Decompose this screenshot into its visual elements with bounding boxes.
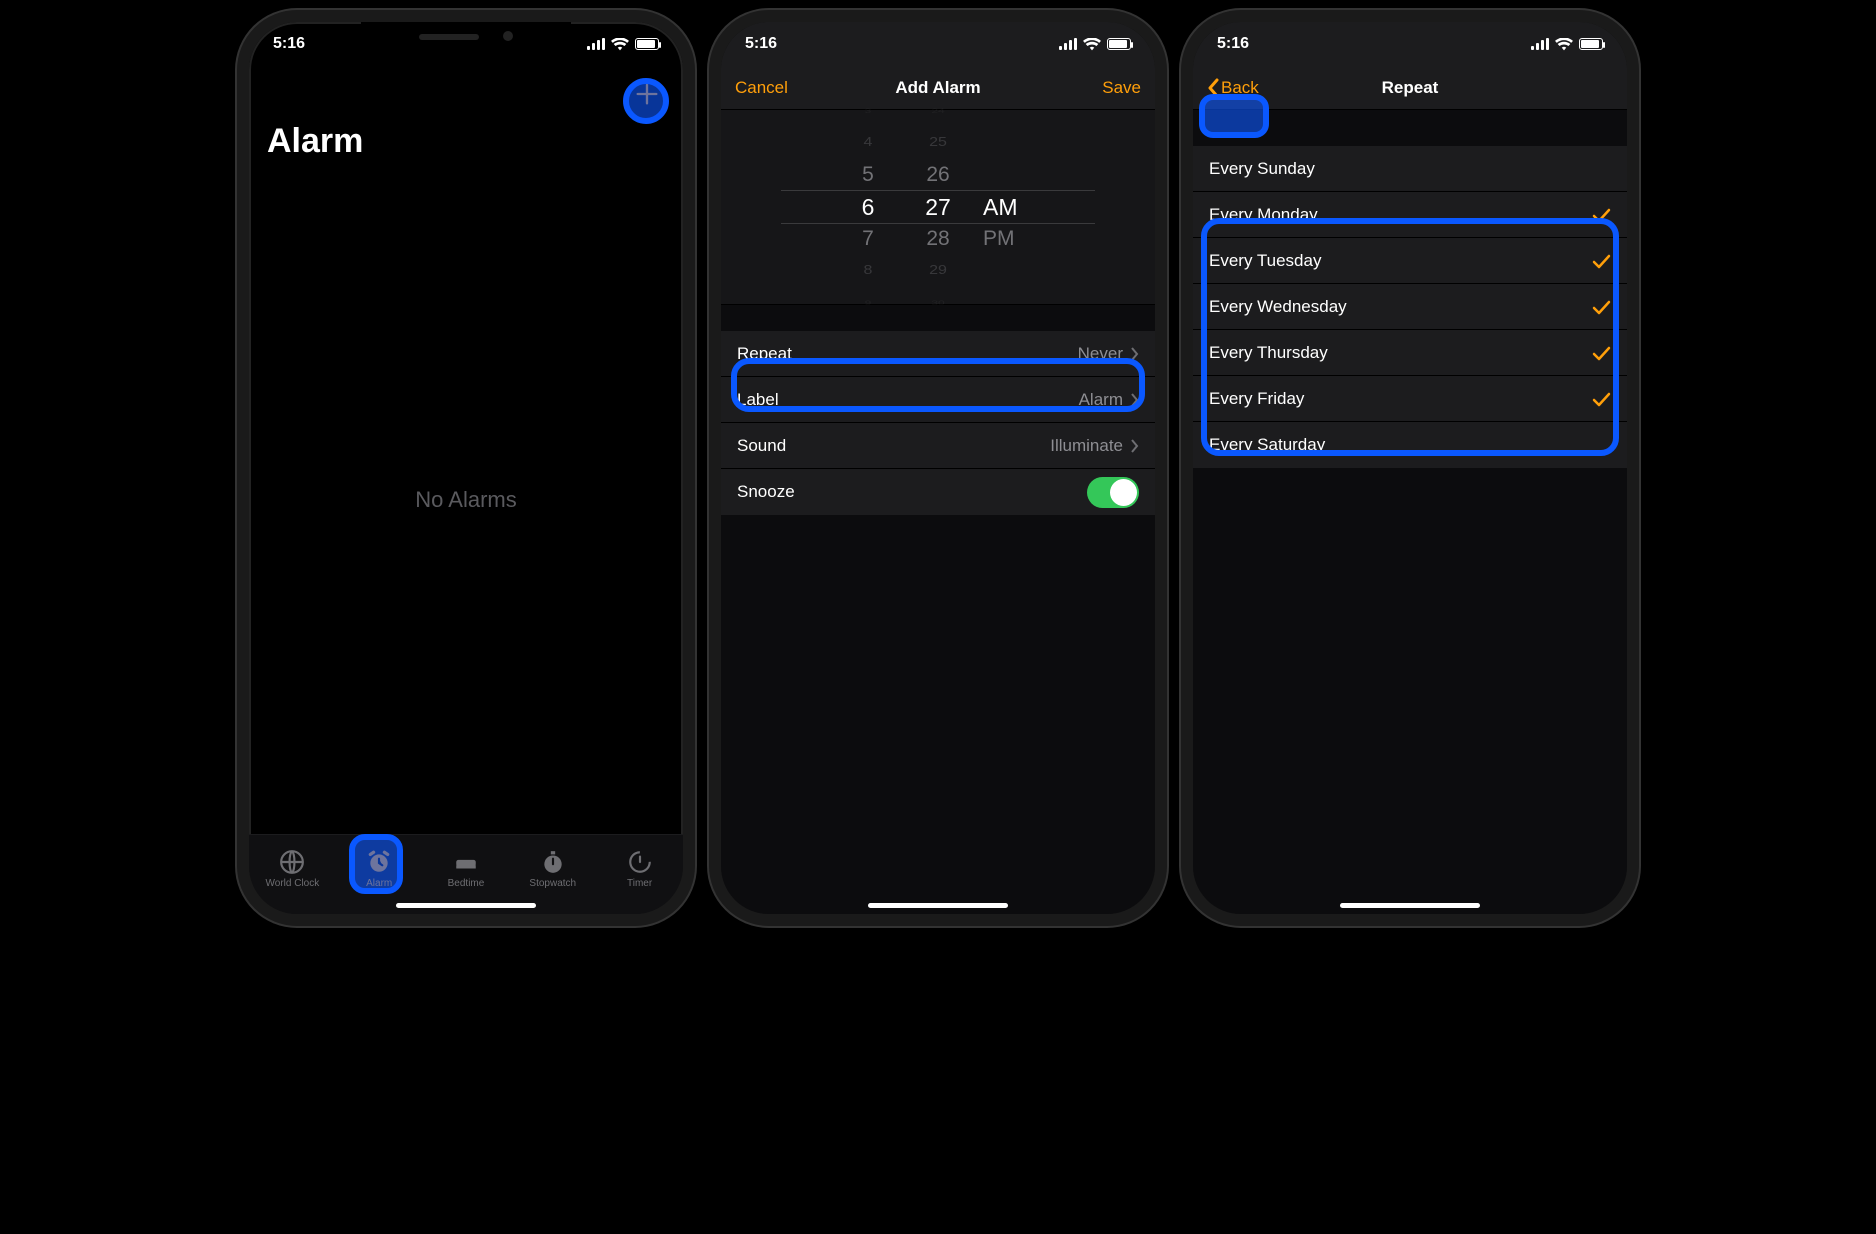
row-label: Repeat <box>737 344 792 364</box>
day-label: Every Tuesday <box>1209 251 1321 271</box>
page-title: Alarm <box>267 122 665 161</box>
tab-label: Timer <box>627 878 652 889</box>
tab-label: Alarm <box>366 878 392 889</box>
status-time: 5:16 <box>745 35 777 53</box>
row-sound[interactable]: Sound Illuminate <box>721 423 1155 469</box>
home-indicator[interactable] <box>868 903 1008 908</box>
tab-label: Bedtime <box>448 878 485 889</box>
battery-icon <box>1579 38 1603 50</box>
checkmark-icon <box>1591 389 1611 409</box>
checkmark-icon <box>1591 343 1611 363</box>
status-bar: 5:16 <box>1193 22 1627 66</box>
snooze-toggle[interactable] <box>1087 477 1139 508</box>
row-label: Label <box>737 390 779 410</box>
status-bar: 5:16 <box>249 22 683 66</box>
repeat-day-row[interactable]: Every Sunday <box>1193 146 1627 192</box>
time-picker[interactable]: 3 4 5 6 7 8 9 24 25 26 27 28 29 30 <box>721 110 1155 305</box>
bed-icon <box>453 849 479 875</box>
phone-frame-3: 5:16 Back Repeat Every Sunday Every Monda… <box>1181 10 1639 926</box>
tab-stopwatch[interactable]: Stopwatch <box>521 849 585 889</box>
repeat-day-row[interactable]: Every Friday <box>1193 376 1627 422</box>
repeat-day-row[interactable]: Every Monday <box>1193 192 1627 238</box>
day-label: Every Monday <box>1209 205 1318 225</box>
globe-icon <box>279 849 305 875</box>
repeat-day-row[interactable]: Every Wednesday <box>1193 284 1627 330</box>
save-button[interactable]: Save <box>1071 78 1141 98</box>
status-time: 5:16 <box>273 35 305 53</box>
battery-icon <box>1107 38 1131 50</box>
cancel-button[interactable]: Cancel <box>735 78 805 98</box>
chevron-left-icon <box>1207 78 1219 98</box>
empty-state-text: No Alarms <box>249 165 683 834</box>
nav-title: Repeat <box>1382 78 1439 98</box>
chevron-right-icon <box>1131 439 1139 453</box>
signal-icon <box>1059 38 1077 50</box>
row-label[interactable]: Label Alarm <box>721 377 1155 423</box>
tab-timer[interactable]: Timer <box>608 849 672 889</box>
signal-icon <box>587 38 605 50</box>
repeat-day-row[interactable]: Every Thursday <box>1193 330 1627 376</box>
row-value: Alarm <box>1079 390 1123 410</box>
status-time: 5:16 <box>1217 35 1249 53</box>
timer-icon <box>627 849 653 875</box>
checkmark-icon <box>1591 251 1611 271</box>
repeat-day-row[interactable]: Every Saturday <box>1193 422 1627 468</box>
tab-label: Stopwatch <box>529 878 576 889</box>
tab-world-clock[interactable]: World Clock <box>260 849 324 889</box>
status-bar: 5:16 <box>721 22 1155 66</box>
stopwatch-icon <box>540 849 566 875</box>
tab-label: World Clock <box>266 878 320 889</box>
chevron-right-icon <box>1131 347 1139 361</box>
day-label: Every Thursday <box>1209 343 1328 363</box>
tab-alarm[interactable]: Alarm <box>347 849 411 889</box>
wifi-icon <box>611 38 629 51</box>
signal-icon <box>1531 38 1549 50</box>
wifi-icon <box>1555 38 1573 51</box>
home-indicator[interactable] <box>396 903 536 908</box>
row-repeat[interactable]: Repeat Never <box>721 331 1155 377</box>
tab-bedtime[interactable]: Bedtime <box>434 849 498 889</box>
alarm-options-list: Repeat Never Label Alarm Sound Illuminat… <box>721 331 1155 515</box>
phone-frame-2: 5:16 Cancel Add Alarm Save 3 4 5 6 7 8 9 <box>709 10 1167 926</box>
back-button[interactable]: Back <box>1207 78 1277 98</box>
row-label: Snooze <box>737 482 795 502</box>
checkmark-icon <box>1591 297 1611 317</box>
phone-frame-1: 5:16 Alarm No Alarms World Clock Alarm <box>237 10 695 926</box>
battery-icon <box>635 38 659 50</box>
day-label: Every Saturday <box>1209 435 1325 455</box>
chevron-right-icon <box>1131 393 1139 407</box>
tab-bar: World Clock Alarm Bedtime Stopwatch Time… <box>249 834 683 914</box>
add-alarm-button[interactable] <box>629 76 665 112</box>
row-label: Sound <box>737 436 786 456</box>
wifi-icon <box>1083 38 1101 51</box>
checkmark-icon <box>1591 205 1611 225</box>
repeat-days-list: Every Sunday Every Monday Every Tuesday Eve… <box>1193 146 1627 468</box>
row-value: Never <box>1078 344 1123 364</box>
day-label: Every Wednesday <box>1209 297 1347 317</box>
home-indicator[interactable] <box>1340 903 1480 908</box>
day-label: Every Friday <box>1209 389 1304 409</box>
row-value: Illuminate <box>1050 436 1123 456</box>
repeat-day-row[interactable]: Every Tuesday <box>1193 238 1627 284</box>
day-label: Every Sunday <box>1209 159 1315 179</box>
alarm-icon <box>366 849 392 875</box>
row-snooze: Snooze <box>721 469 1155 515</box>
